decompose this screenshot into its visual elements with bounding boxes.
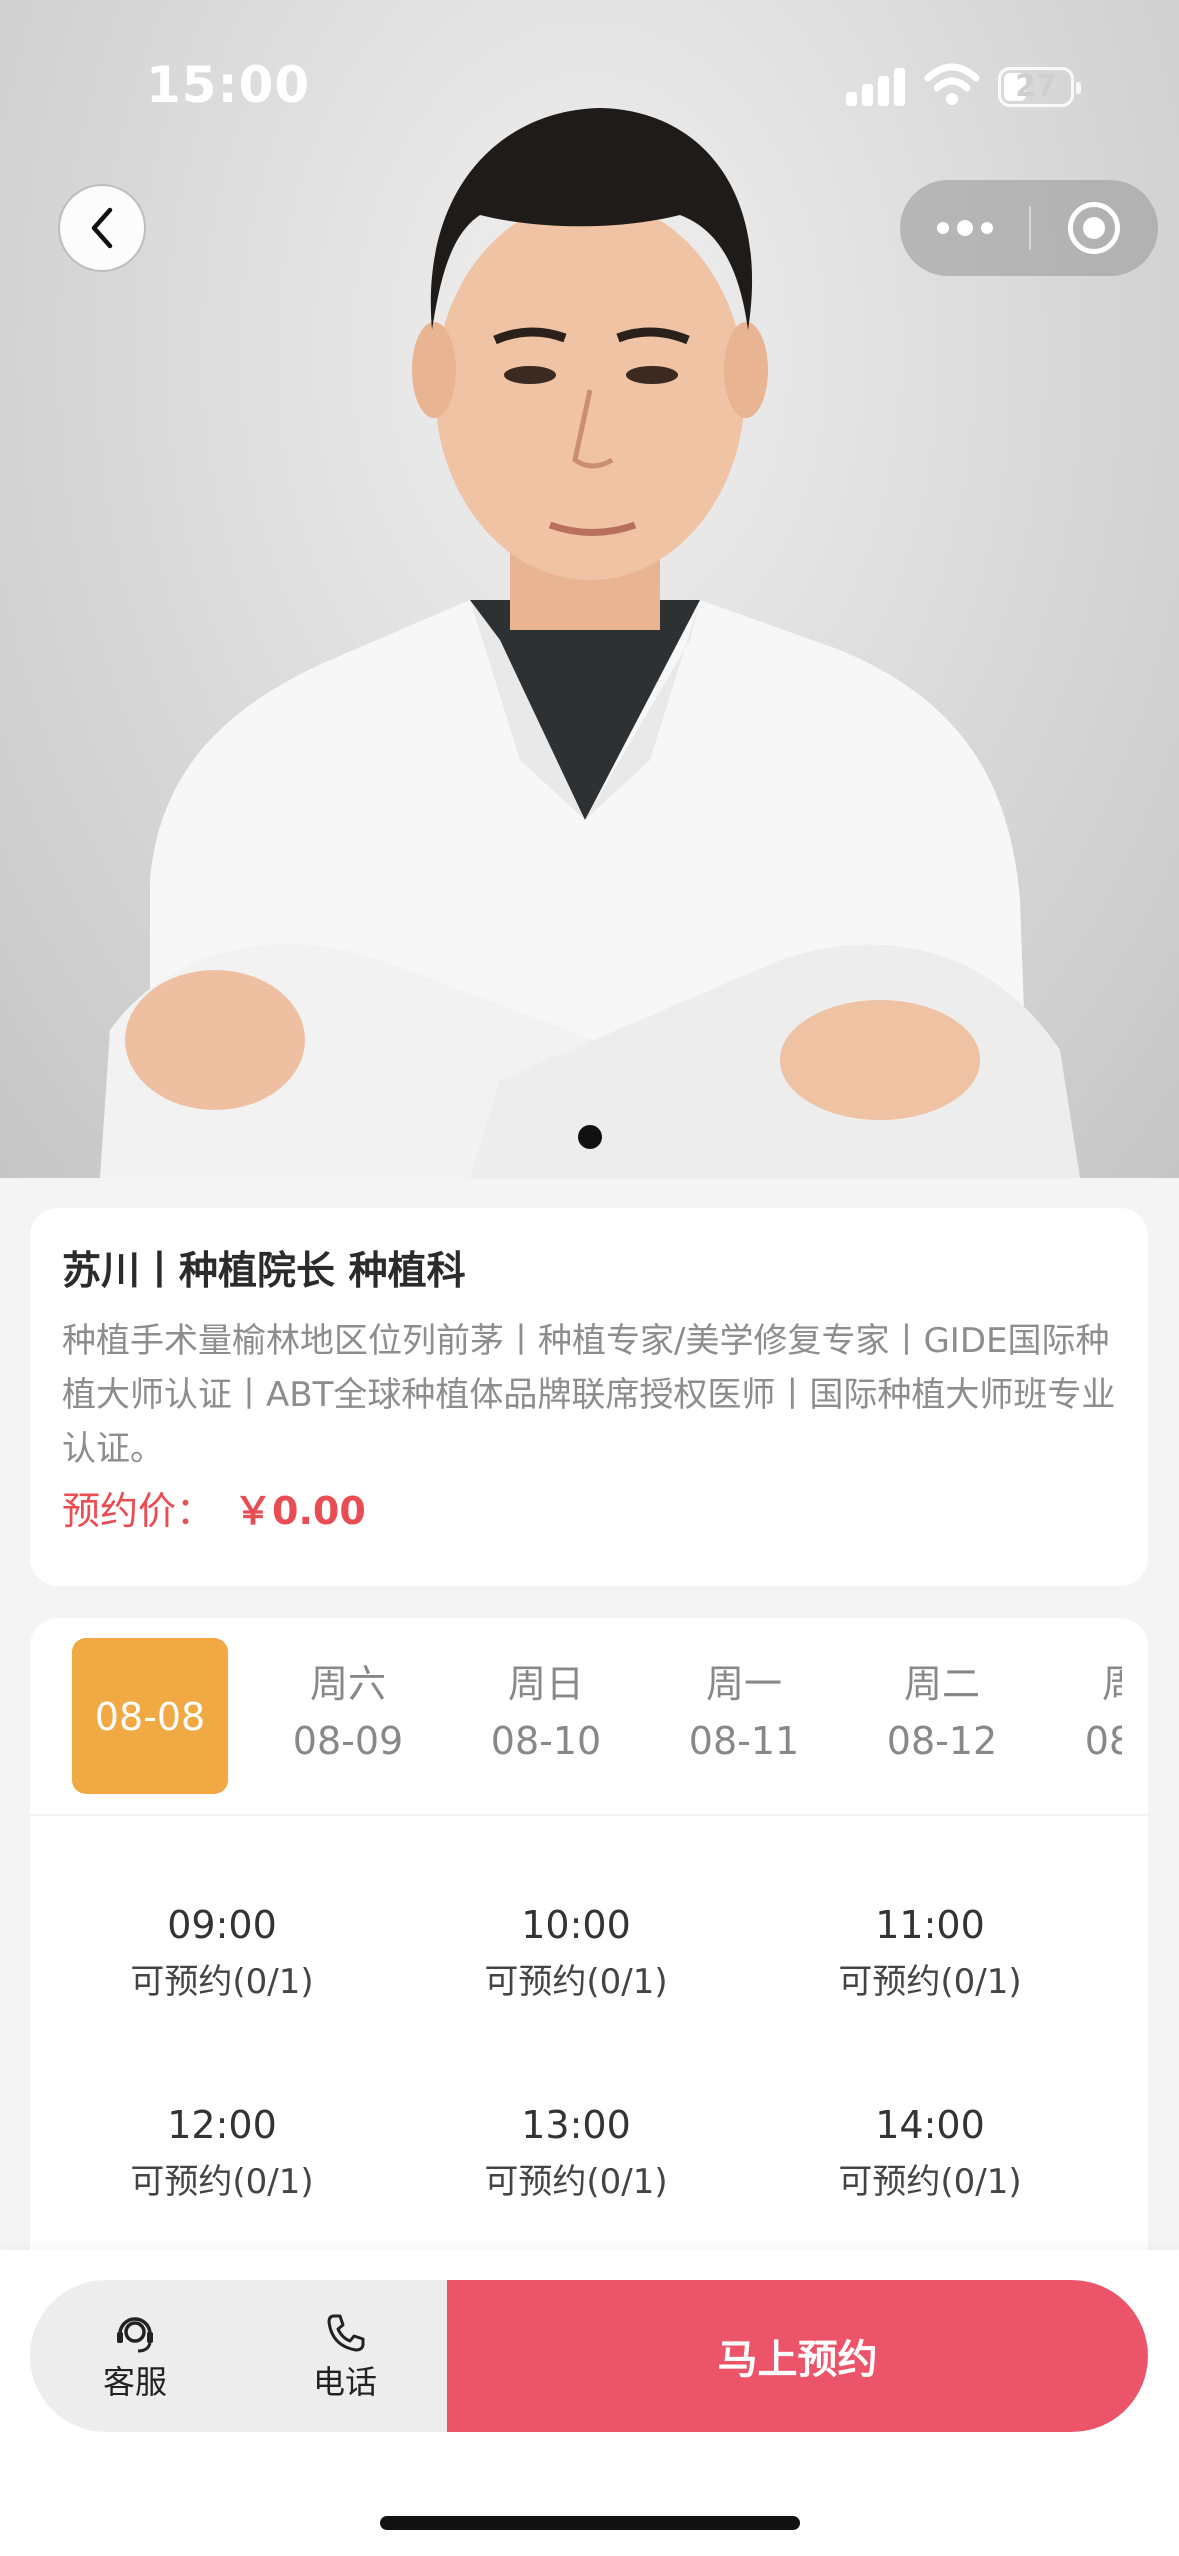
- date-value: 08-13: [1084, 1719, 1122, 1763]
- time-slot[interactable]: 12:00 可预约(0/1): [72, 2098, 372, 2208]
- time-slot[interactable]: 10:00 可预约(0/1): [426, 1898, 726, 2008]
- slot-time: 09:00: [167, 1903, 277, 1947]
- doctor-info-card: 苏川丨种植院长 种植科 种植手术量榆林地区位列前茅丨种植专家/美学修复专家丨GI…: [30, 1208, 1148, 1586]
- date-value: 08-12: [886, 1719, 998, 1763]
- price-value: ￥0.00: [234, 1489, 366, 1533]
- customer-service-button[interactable]: 客服: [30, 2280, 240, 2432]
- price-label: 预约价：: [62, 1489, 215, 1533]
- slot-time: 11:00: [875, 1903, 985, 1947]
- slot-status: 可预约(0/1): [130, 2162, 314, 2202]
- status-time: 15:00: [146, 56, 311, 114]
- book-now-button[interactable]: 马上预约: [447, 2280, 1148, 2432]
- signal-icon: [846, 66, 906, 106]
- date-weekday: 周三: [1101, 1662, 1122, 1706]
- date-value: 08-10: [490, 1719, 602, 1763]
- battery-level: 27: [1015, 69, 1057, 104]
- bottom-action-bar: 客服 电话 马上预约: [0, 2250, 1179, 2556]
- divider: [30, 1814, 1148, 1816]
- phone-label: 电话: [312, 2363, 377, 2401]
- wifi-icon: [924, 63, 980, 105]
- slot-status: 可预约(0/1): [130, 1962, 314, 2002]
- date-selector: 08-08 周六 08-09 周日 08-10 周一 08-11 周二 08-1…: [72, 1638, 1122, 1802]
- date-weekday: 周一: [705, 1662, 782, 1706]
- price-row: 预约价： ￥0.00: [62, 1484, 1118, 1538]
- date-tab-1[interactable]: 周六 08-09: [270, 1638, 426, 1794]
- slot-time: 14:00: [875, 2103, 985, 2147]
- date-value: 08-08: [94, 1695, 206, 1739]
- date-tab-0[interactable]: 08-08: [72, 1638, 228, 1794]
- back-icon: [91, 207, 113, 249]
- doctor-title: 苏川丨种植院长 种植科: [62, 1249, 466, 1294]
- time-slot[interactable]: 14:00 可预约(0/1): [780, 2098, 1080, 2208]
- time-slot[interactable]: 13:00 可预约(0/1): [426, 2098, 726, 2208]
- date-weekday: 周二: [903, 1662, 980, 1706]
- time-slot[interactable]: 11:00 可预约(0/1): [780, 1898, 1080, 2008]
- carousel-indicator: [578, 1125, 602, 1149]
- more-button[interactable]: [900, 180, 1029, 276]
- close-target-icon[interactable]: [1068, 202, 1120, 254]
- slot-status: 可预约(0/1): [484, 2162, 668, 2202]
- doctor-description: 种植手术量榆林地区位列前茅丨种植专家/美学修复专家丨GIDE国际种植大师认证丨A…: [62, 1321, 1116, 1469]
- slot-status: 可预约(0/1): [838, 1962, 1022, 2002]
- slot-status: 可预约(0/1): [838, 2162, 1022, 2202]
- phone-button[interactable]: 电话: [240, 2280, 450, 2432]
- home-indicator: [380, 2516, 800, 2530]
- time-slot[interactable]: 09:00 可预约(0/1): [72, 1898, 372, 2008]
- status-bar: 15:00 27: [0, 0, 1179, 150]
- slot-time: 10:00: [521, 1903, 631, 1947]
- miniprogram-capsule: [900, 180, 1158, 276]
- date-tab-5[interactable]: 周三 08-13: [1062, 1638, 1122, 1794]
- doctor-photo: [100, 108, 1080, 1178]
- date-weekday: 周六: [309, 1662, 386, 1706]
- back-button[interactable]: [58, 184, 146, 272]
- slot-time: 13:00: [521, 2103, 631, 2147]
- date-weekday: 周日: [507, 1662, 584, 1706]
- phone-icon: [327, 2314, 365, 2352]
- more-icon: [936, 222, 949, 234]
- date-tab-3[interactable]: 周一 08-11: [666, 1638, 822, 1794]
- date-tab-4[interactable]: 周二 08-12: [864, 1638, 1020, 1794]
- slot-status: 可预约(0/1): [484, 1962, 668, 2002]
- action-pill: 客服 电话 马上预约: [30, 2280, 1148, 2432]
- customer-service-label: 客服: [102, 2363, 167, 2401]
- doctor-photo-carousel[interactable]: [0, 0, 1179, 1178]
- battery-icon: 27: [998, 67, 1081, 107]
- date-value: 08-11: [688, 1719, 800, 1763]
- customer-service-icon: [117, 2317, 153, 2353]
- slot-time: 12:00: [167, 2103, 277, 2147]
- date-tab-2[interactable]: 周日 08-10: [468, 1638, 624, 1794]
- date-value: 08-09: [292, 1719, 404, 1763]
